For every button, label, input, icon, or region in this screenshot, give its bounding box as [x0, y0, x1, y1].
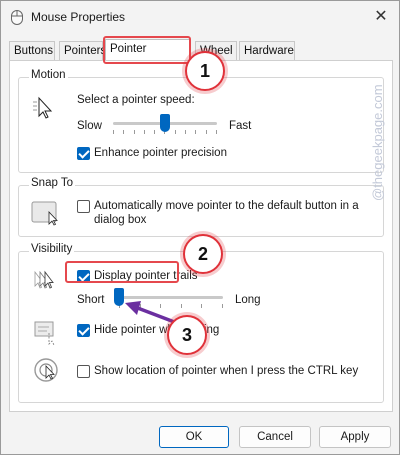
enhance-precision-checkbox[interactable] — [77, 147, 90, 160]
visibility-group-title: Visibility — [29, 243, 75, 255]
pointer-speed-icon — [33, 96, 53, 119]
speed-label: Select a pointer speed: — [77, 94, 195, 106]
close-icon: ✕ — [374, 8, 388, 25]
hide-pointer-icon — [34, 321, 55, 346]
apply-button[interactable]: Apply — [319, 426, 391, 448]
fast-label: Fast — [229, 120, 252, 132]
snap-to-label-line2: dialog box — [94, 214, 147, 226]
mouse-properties-window: Mouse Properties ✕ Buttons Pointers Poin… — [0, 0, 400, 455]
tab-pointers[interactable]: Pointers — [59, 41, 106, 61]
annotation-badge-1: 1 — [185, 51, 225, 91]
motion-group: Motion Select a pointer speed: Slow Fast… — [18, 69, 384, 173]
annotation-badge-3: 3 — [167, 315, 207, 355]
tab-hardware[interactable]: Hardware — [239, 41, 295, 61]
snap-to-icon — [31, 201, 58, 226]
watermark-text: @thegeekpage.com — [370, 84, 385, 201]
pointer-trails-icon — [34, 270, 54, 289]
snap-to-group-title: Snap To — [29, 177, 75, 189]
annotation-highlight-tab — [103, 36, 191, 64]
title-bar: Mouse Properties ✕ — [1, 1, 399, 33]
snap-to-group: Snap To Automatically move pointer to th… — [18, 177, 384, 237]
show-location-label: Show location of pointer when I press th… — [94, 365, 359, 377]
show-location-icon — [34, 358, 58, 382]
snap-to-label-line1: Automatically move pointer to the defaul… — [94, 200, 359, 212]
mouse-icon — [11, 10, 23, 25]
annotation-badge-2: 2 — [183, 234, 223, 274]
snap-to-checkbox[interactable] — [77, 200, 90, 213]
show-location-checkbox[interactable] — [77, 365, 90, 378]
slow-label: Slow — [77, 120, 102, 132]
speed-slider-thumb[interactable] — [160, 114, 170, 132]
motion-group-title: Motion — [29, 69, 68, 81]
ok-button[interactable]: OK — [159, 426, 229, 448]
tab-buttons[interactable]: Buttons — [9, 41, 55, 61]
short-label: Short — [77, 294, 105, 306]
annotation-highlight-trails — [65, 261, 179, 283]
window-title: Mouse Properties — [31, 10, 126, 24]
long-label: Long — [235, 294, 261, 306]
close-button[interactable]: ✕ — [371, 7, 391, 27]
hide-pointer-checkbox[interactable] — [77, 324, 90, 337]
enhance-precision-label: Enhance pointer precision — [94, 147, 227, 159]
cancel-button[interactable]: Cancel — [239, 426, 311, 448]
